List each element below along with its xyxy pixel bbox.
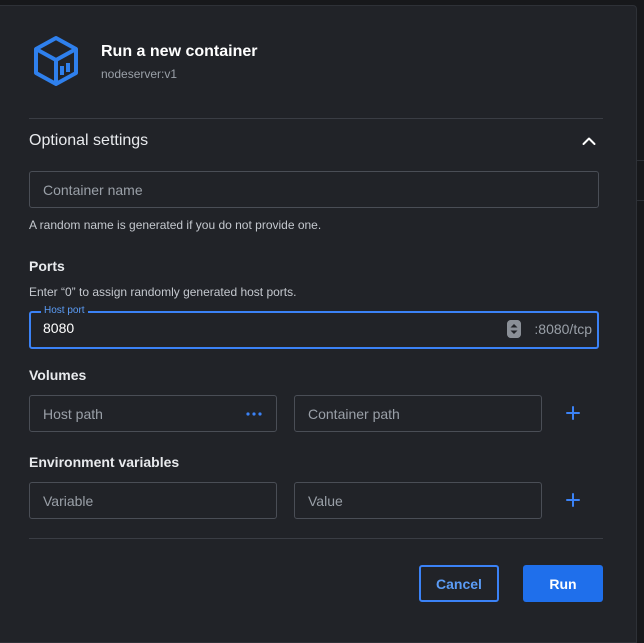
ports-label: Ports bbox=[29, 258, 65, 274]
dialog-title: Run a new container bbox=[101, 43, 258, 60]
ports-helper: Enter “0” to assign randomly generated h… bbox=[29, 285, 297, 299]
chevron-up-icon[interactable] bbox=[582, 136, 596, 146]
footer-divider bbox=[29, 538, 603, 539]
dialog-header: Run a new container nodeserver:v1 bbox=[31, 35, 257, 87]
value-field[interactable] bbox=[294, 482, 542, 519]
optional-settings-title: Optional settings bbox=[29, 132, 149, 149]
number-spinner-icon[interactable] bbox=[507, 320, 521, 338]
container-box-icon bbox=[34, 36, 78, 86]
optional-settings-toggle[interactable]: Optional settings bbox=[29, 128, 603, 154]
container-name-field[interactable] bbox=[29, 171, 599, 208]
volumes-label: Volumes bbox=[29, 367, 87, 383]
add-volume-plus-icon[interactable] bbox=[566, 406, 580, 420]
container-path-field[interactable] bbox=[294, 395, 542, 432]
value-input[interactable] bbox=[308, 483, 528, 518]
image-name: nodeserver:v1 bbox=[101, 67, 178, 81]
container-port: :8080/tcp bbox=[534, 321, 592, 337]
variable-field[interactable] bbox=[29, 482, 277, 519]
add-env-variable-plus-icon[interactable] bbox=[566, 493, 580, 507]
run-button[interactable]: Run bbox=[523, 565, 603, 602]
header-divider bbox=[29, 118, 603, 119]
host-port-field[interactable]: Host port 8080 :8080/tcp bbox=[29, 305, 599, 349]
more-horizontal-icon[interactable] bbox=[246, 409, 262, 419]
host-port-input[interactable]: 8080 bbox=[43, 320, 74, 336]
host-path-field[interactable] bbox=[29, 395, 277, 432]
container-name-input[interactable] bbox=[43, 172, 585, 207]
background-divider bbox=[637, 160, 644, 161]
background-divider bbox=[637, 200, 644, 201]
run-container-dialog: Run a new container nodeserver:v1 Option… bbox=[0, 5, 637, 643]
host-port-label: Host port bbox=[41, 305, 88, 316]
environment-variables-label: Environment variables bbox=[29, 454, 180, 470]
container-name-helper: A random name is generated if you do not… bbox=[29, 218, 322, 232]
cancel-button[interactable]: Cancel bbox=[419, 565, 499, 602]
variable-input[interactable] bbox=[43, 483, 263, 518]
dialog-header-text: Run a new container nodeserver:v1 bbox=[101, 41, 257, 81]
container-path-input[interactable] bbox=[308, 396, 528, 431]
host-path-input[interactable] bbox=[43, 396, 233, 431]
